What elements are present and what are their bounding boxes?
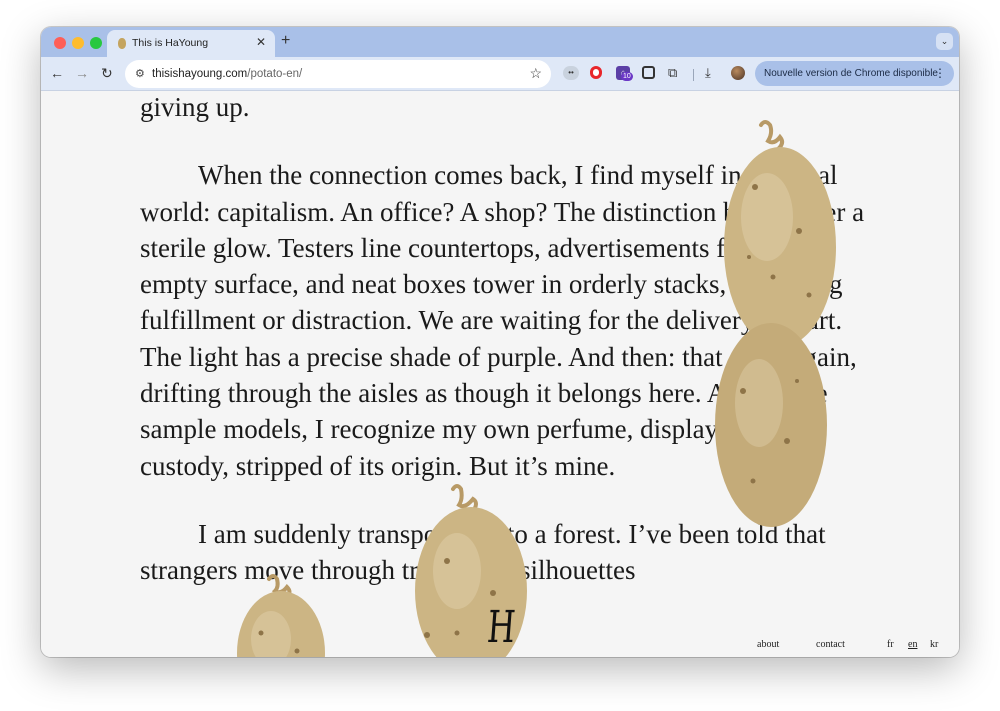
site-logo[interactable]: H xyxy=(485,602,516,653)
new-tab-button[interactable]: + xyxy=(281,32,290,50)
maximize-window-button[interactable] xyxy=(90,37,102,49)
footer-about-link[interactable]: about xyxy=(757,639,779,650)
potato-image xyxy=(713,321,829,531)
more-menu-icon[interactable]: ⋮ xyxy=(934,61,946,86)
address-bar[interactable]: ⚙ thisishayoung.com/potato-en/ ☆ xyxy=(125,60,551,88)
footer-contact-link[interactable]: contact xyxy=(816,639,845,650)
browser-toolbar: ← → ↻ ⚙ thisishayoung.com/potato-en/ ☆ •… xyxy=(41,57,959,91)
site-info-icon[interactable]: ⚙ xyxy=(135,67,145,80)
minimize-window-button[interactable] xyxy=(72,37,84,49)
potato-image xyxy=(721,119,839,351)
puzzle-extension-icon[interactable]: ⧉ xyxy=(668,66,677,80)
back-button[interactable]: ← xyxy=(50,65,64,81)
profile-avatar[interactable] xyxy=(731,66,745,80)
update-label: Nouvelle version de Chrome disponible xyxy=(764,68,938,79)
tab-title: This is HaYoung xyxy=(132,37,209,49)
url-path: /potato-en/ xyxy=(247,68,303,80)
tab-search-button[interactable]: ⌄ xyxy=(936,33,953,50)
potato-favicon-icon xyxy=(118,38,126,49)
extension-badge: 10 xyxy=(621,72,633,81)
forward-button[interactable]: → xyxy=(75,65,89,81)
tab-this-is-hayoung[interactable]: This is HaYoung ✕ xyxy=(107,30,275,57)
potato-image xyxy=(237,573,325,657)
download-icon[interactable]: ⤓ xyxy=(705,66,711,80)
close-tab-icon[interactable]: ✕ xyxy=(256,35,266,49)
close-window-button[interactable] xyxy=(54,37,66,49)
url-text[interactable]: thisishayoung.com/potato-en/ xyxy=(152,68,302,80)
square-extension-icon[interactable] xyxy=(642,66,655,79)
page-viewport[interactable]: giving up. When the connection comes bac… xyxy=(41,91,959,657)
lang-kr-link[interactable]: kr xyxy=(930,639,938,650)
browser-window: This is HaYoung ✕ + ⌄ ← → ↻ ⚙ thisishayo… xyxy=(41,27,959,657)
tab-strip: This is HaYoung ✕ + ⌄ xyxy=(41,27,959,57)
url-domain: thisishayoung.com xyxy=(152,68,248,80)
toolbar-divider xyxy=(693,69,694,81)
reload-button[interactable]: ↻ xyxy=(101,65,113,81)
lang-fr-link[interactable]: fr xyxy=(887,639,894,650)
house-extension-icon[interactable]: ⌂10 xyxy=(616,66,633,81)
lang-en-link[interactable]: en xyxy=(908,639,917,650)
opera-extension-icon[interactable] xyxy=(590,66,602,79)
eyes-extension-icon[interactable]: •• xyxy=(563,66,579,80)
bookmark-star-icon[interactable]: ☆ xyxy=(529,65,542,82)
chrome-update-button[interactable]: Nouvelle version de Chrome disponible ⋮ xyxy=(755,61,954,86)
